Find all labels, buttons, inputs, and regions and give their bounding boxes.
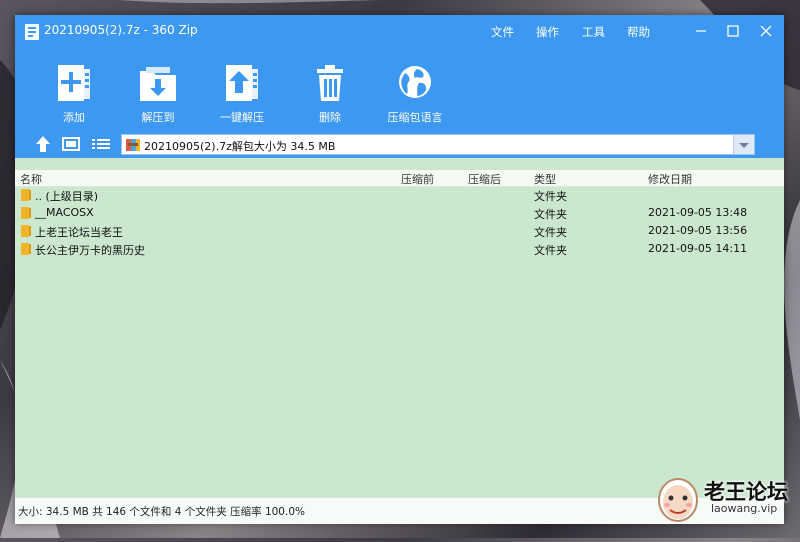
minimize-icon[interactable] bbox=[691, 21, 711, 41]
file-type: 文件夹 bbox=[534, 244, 567, 257]
folder-icon bbox=[21, 225, 31, 237]
watermark-subtitle: laowang.vip bbox=[711, 502, 778, 515]
folder-icon bbox=[21, 189, 31, 201]
one-click-extract-label: 一键解压 bbox=[220, 111, 264, 124]
path-text: 20210905(2).7z解包大小为 34.5 MB bbox=[144, 140, 336, 153]
column-before[interactable]: 压缩前 bbox=[401, 171, 434, 187]
file-type: 文件夹 bbox=[534, 190, 567, 203]
column-after[interactable]: 压缩后 bbox=[468, 171, 501, 187]
file-name: .. (上级目录) bbox=[35, 190, 99, 203]
table-row[interactable]: 上老王论坛当老王 文件夹 2021-09-05 13:56 bbox=[15, 222, 784, 240]
globe-icon bbox=[399, 66, 431, 98]
add-label: 添加 bbox=[63, 111, 85, 124]
table-row[interactable]: __MACOSX 文件夹 2021-09-05 13:48 bbox=[15, 204, 784, 222]
delete-button[interactable]: 删除 bbox=[295, 63, 365, 125]
file-modified: 2021-09-05 13:48 bbox=[648, 206, 748, 219]
column-name[interactable]: 名称 bbox=[20, 171, 42, 187]
up-arrow-icon[interactable] bbox=[35, 135, 51, 153]
extract-folder-icon bbox=[140, 67, 176, 101]
column-type[interactable]: 类型 bbox=[534, 171, 556, 187]
table-row[interactable]: .. (上级目录) 文件夹 bbox=[15, 186, 784, 204]
zip-app-icon bbox=[25, 24, 39, 40]
extract-to-label: 解压到 bbox=[141, 111, 175, 124]
menu-help[interactable]: 帮助 bbox=[627, 24, 650, 40]
file-name: 上老王论坛当老王 bbox=[35, 226, 123, 239]
one-click-extract-icon bbox=[226, 65, 258, 101]
thumbnail-view-icon[interactable] bbox=[62, 135, 80, 153]
file-type: 文件夹 bbox=[534, 208, 567, 221]
file-list-header: 名称 压缩前 压缩后 类型 修改日期 bbox=[15, 170, 784, 187]
window-title: 20210905(2).7z - 360 Zip bbox=[44, 23, 198, 37]
archive-language-label: 压缩包语言 bbox=[387, 111, 443, 124]
file-type: 文件夹 bbox=[534, 226, 567, 239]
file-modified: 2021-09-05 13:56 bbox=[648, 224, 748, 237]
menu-operation[interactable]: 操作 bbox=[536, 24, 559, 40]
menu-file[interactable]: 文件 bbox=[491, 24, 514, 40]
table-row[interactable]: 长公主伊万卡的黑历史 文件夹 2021-09-05 14:11 bbox=[15, 240, 784, 258]
folder-icon bbox=[21, 243, 31, 255]
maximize-icon[interactable] bbox=[723, 21, 743, 41]
list-view-icon[interactable] bbox=[91, 135, 111, 153]
one-click-extract-button[interactable]: 一键解压 bbox=[207, 63, 277, 125]
add-archive-icon bbox=[58, 65, 90, 101]
trash-icon bbox=[317, 65, 343, 101]
folder-icon bbox=[21, 207, 31, 219]
mascot-face-icon bbox=[658, 478, 698, 522]
path-bar[interactable]: 20210905(2).7z解包大小为 34.5 MB bbox=[121, 134, 755, 155]
delete-label: 删除 bbox=[319, 111, 341, 124]
ribbon: 20210905(2).7z - 360 Zip 文件 操作 工具 帮助 添加 … bbox=[15, 15, 784, 158]
file-modified: 2021-09-05 14:11 bbox=[648, 242, 748, 255]
archive-language-button[interactable]: 压缩包语言 bbox=[380, 63, 450, 125]
menu-tools[interactable]: 工具 bbox=[582, 24, 605, 40]
watermark: 老王论坛 laowang.vip bbox=[655, 472, 795, 524]
path-dropdown-icon[interactable] bbox=[733, 135, 754, 154]
status-text: 大小: 34.5 MB 共 146 个文件和 4 个文件夹 压缩率 100.0% bbox=[18, 506, 305, 518]
close-icon[interactable] bbox=[756, 21, 776, 41]
app-window: 20210905(2).7z - 360 Zip 文件 操作 工具 帮助 添加 … bbox=[15, 15, 784, 524]
extract-to-button[interactable]: 解压到 bbox=[123, 63, 193, 125]
file-name: __MACOSX bbox=[35, 206, 94, 219]
title-bar[interactable]: 20210905(2).7z - 360 Zip 文件 操作 工具 帮助 bbox=[15, 15, 784, 47]
archive-file-icon bbox=[126, 139, 140, 151]
file-name: 长公主伊万卡的黑历史 bbox=[35, 244, 145, 257]
column-modified[interactable]: 修改日期 bbox=[648, 171, 692, 187]
add-button[interactable]: 添加 bbox=[39, 63, 109, 125]
